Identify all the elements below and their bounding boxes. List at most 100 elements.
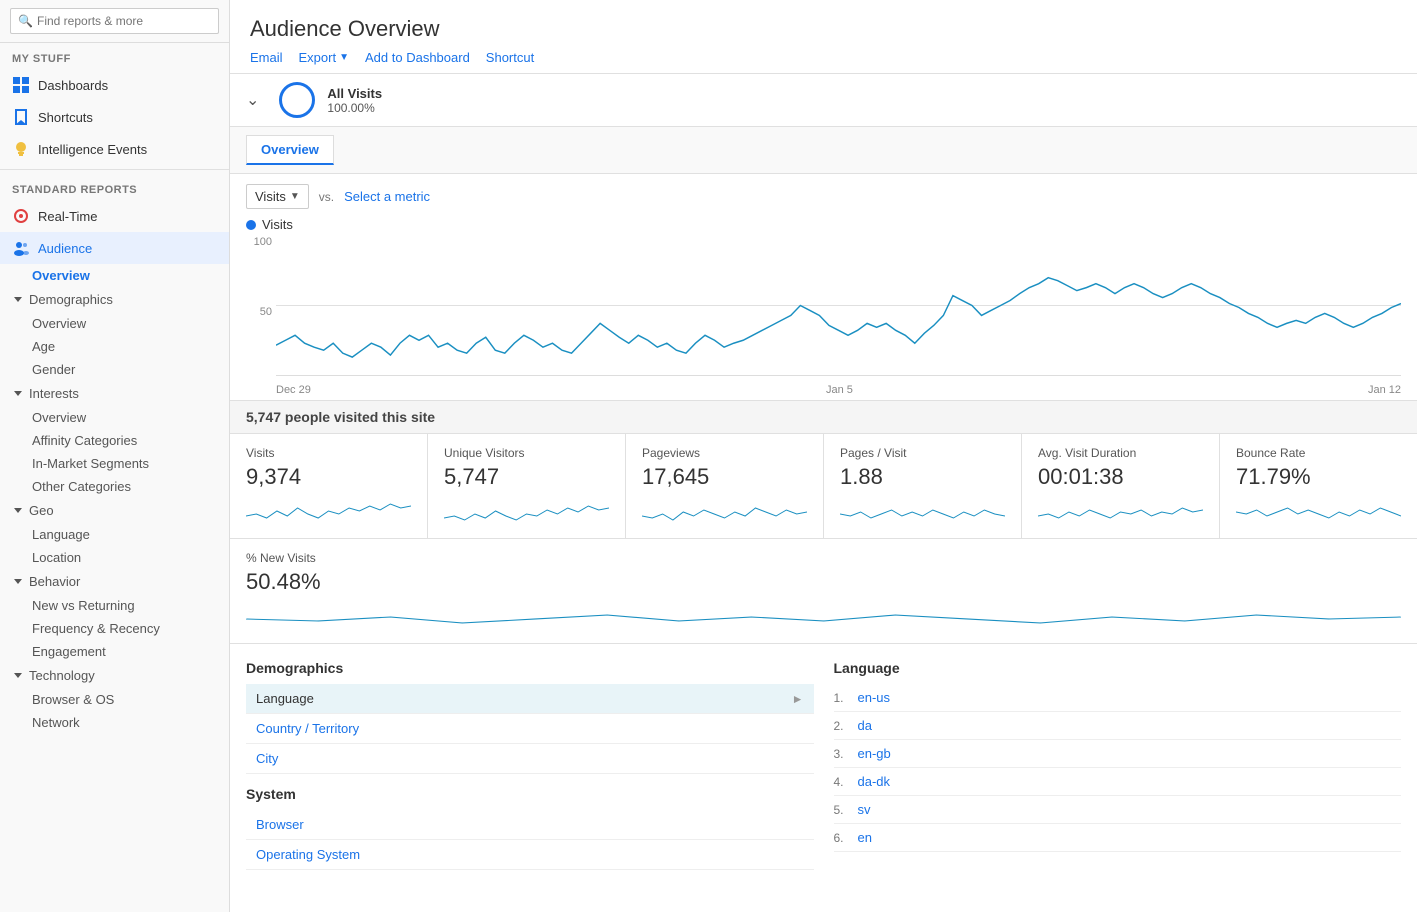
segment-circle-icon (279, 82, 315, 118)
segment-chevron[interactable]: ⌄ (246, 90, 259, 110)
language-section-title: Language (834, 660, 1402, 676)
sidebar-item-dashboards[interactable]: Dashboards (0, 69, 229, 101)
tree-geo-location[interactable]: Location (0, 546, 229, 569)
technology-label: Technology (29, 668, 95, 683)
tree-demo-gender[interactable]: Gender (0, 358, 229, 381)
demographics-table: Demographics Language ► Country / Territ… (246, 660, 814, 870)
select-metric-link[interactable]: Select a metric (344, 189, 430, 204)
lang-row-5: 5. sv (834, 796, 1402, 824)
visits-chart (276, 236, 1401, 375)
stat-pages-visit: Pages / Visit 1.88 (824, 434, 1022, 538)
tree-behavior[interactable]: Behavior (0, 569, 229, 594)
behavior-label: Behavior (29, 574, 80, 589)
tree-interests-overview[interactable]: Overview (0, 406, 229, 429)
x-label-jan5: Jan 5 (826, 384, 853, 396)
expand-icon-tech (14, 673, 22, 678)
realtime-label: Real-Time (38, 209, 97, 224)
tree-behavior-new-returning[interactable]: New vs Returning (0, 594, 229, 617)
lang-row-2: 2. da (834, 712, 1402, 740)
tree-interests[interactable]: Interests (0, 381, 229, 406)
demo-row-browser[interactable]: Browser (246, 810, 814, 840)
stat-unique-visitors: Unique Visitors 5,747 (428, 434, 626, 538)
tree-geo[interactable]: Geo (0, 498, 229, 523)
tree-behavior-frequency[interactable]: Frequency & Recency (0, 617, 229, 640)
segment-info: All Visits 100.00% (327, 86, 382, 115)
stat-pageviews: Pageviews 17,645 (626, 434, 824, 538)
audience-label: Audience (38, 241, 92, 256)
tree-demo-age[interactable]: Age (0, 335, 229, 358)
lightbulb-icon (12, 140, 30, 158)
tree-technology[interactable]: Technology (0, 663, 229, 688)
audience-tree: Overview Demographics Overview Age Gende… (0, 264, 229, 734)
lang-val-6[interactable]: en (858, 830, 872, 845)
page-header: Audience Overview Email Export ▼ Add to … (230, 0, 1417, 74)
dashboards-label: Dashboards (38, 78, 108, 93)
sidebar-divider-1 (0, 169, 229, 170)
stat-avd-sparkline (1038, 496, 1203, 526)
email-button[interactable]: Email (250, 50, 283, 65)
tree-demographics[interactable]: Demographics (0, 287, 229, 312)
standard-reports-label: STANDARD REPORTS (0, 174, 229, 200)
stat-avd-value: 00:01:38 (1038, 464, 1203, 490)
segment-name: All Visits (327, 86, 382, 101)
search-box: 🔍 (0, 0, 229, 43)
chart-svg-area (276, 236, 1401, 376)
stat-new-visits: % New Visits 50.48% (230, 539, 1417, 643)
shortcut-button[interactable]: Shortcut (486, 50, 534, 65)
people-icon (12, 239, 30, 257)
tree-geo-language[interactable]: Language (0, 523, 229, 546)
stat-uv-sparkline (444, 496, 609, 526)
tree-demo-overview[interactable]: Overview (0, 312, 229, 335)
overview-tab[interactable]: Overview (246, 135, 334, 165)
bottom-section: Demographics Language ► Country / Territ… (230, 644, 1417, 886)
export-button[interactable]: Export ▼ (299, 50, 349, 65)
lang-val-1[interactable]: en-us (858, 690, 891, 705)
stat-br-sparkline (1236, 496, 1401, 526)
lang-val-2[interactable]: da (858, 718, 872, 733)
tree-overview[interactable]: Overview (0, 264, 229, 287)
metric-dropdown[interactable]: Visits ▼ (246, 184, 309, 209)
stat-pv-value: 17,645 (642, 464, 807, 490)
lang-num-4: 4. (834, 775, 858, 789)
lang-num-5: 5. (834, 803, 858, 817)
lang-val-5[interactable]: sv (858, 802, 871, 817)
search-icon: 🔍 (18, 14, 33, 28)
tree-tech-browser-os[interactable]: Browser & OS (0, 688, 229, 711)
add-to-dashboard-button[interactable]: Add to Dashboard (365, 50, 470, 65)
demo-row-os[interactable]: Operating System (246, 840, 814, 870)
tree-behavior-engagement[interactable]: Engagement (0, 640, 229, 663)
stats-grid-2: % New Visits 50.48% (230, 539, 1417, 644)
search-input[interactable] (10, 8, 219, 34)
sidebar-item-realtime[interactable]: Real-Time (0, 200, 229, 232)
x-label-jan12: Jan 12 (1368, 384, 1401, 396)
tree-tech-network[interactable]: Network (0, 711, 229, 734)
metric-row: Visits ▼ vs. Select a metric (230, 174, 1417, 213)
stat-visits-value: 9,374 (246, 464, 411, 490)
stat-ppv-value: 1.88 (840, 464, 1005, 490)
vs-label: vs. (319, 190, 334, 204)
expand-icon (14, 297, 22, 302)
tree-other-categories[interactable]: Other Categories (0, 475, 229, 498)
lang-row-1: 1. en-us (834, 684, 1402, 712)
tree-inmarket-segments[interactable]: In-Market Segments (0, 452, 229, 475)
lang-val-3[interactable]: en-gb (858, 746, 891, 761)
demo-row-language[interactable]: Language ► (246, 684, 814, 714)
stat-avd-label: Avg. Visit Duration (1038, 446, 1203, 460)
export-label: Export (299, 50, 337, 65)
sidebar-item-audience[interactable]: Audience (0, 232, 229, 264)
sidebar-item-shortcuts[interactable]: Shortcuts (0, 101, 229, 133)
language-table: Language 1. en-us 2. da 3. en-gb 4. da-d… (834, 660, 1402, 870)
expand-icon-geo (14, 508, 22, 513)
grid-icon (12, 76, 30, 94)
sidebar-item-intelligence[interactable]: Intelligence Events (0, 133, 229, 165)
demo-city-label: City (256, 751, 278, 766)
stat-nv-sparkline (246, 601, 1401, 631)
demo-row-country[interactable]: Country / Territory (246, 714, 814, 744)
demo-row-arrow-icon: ► (792, 692, 804, 706)
demo-row-city[interactable]: City (246, 744, 814, 774)
tree-affinity-categories[interactable]: Affinity Categories (0, 429, 229, 452)
stat-uv-label: Unique Visitors (444, 446, 609, 460)
demographics-label: Demographics (29, 292, 113, 307)
stat-avg-duration: Avg. Visit Duration 00:01:38 (1022, 434, 1220, 538)
lang-val-4[interactable]: da-dk (858, 774, 891, 789)
